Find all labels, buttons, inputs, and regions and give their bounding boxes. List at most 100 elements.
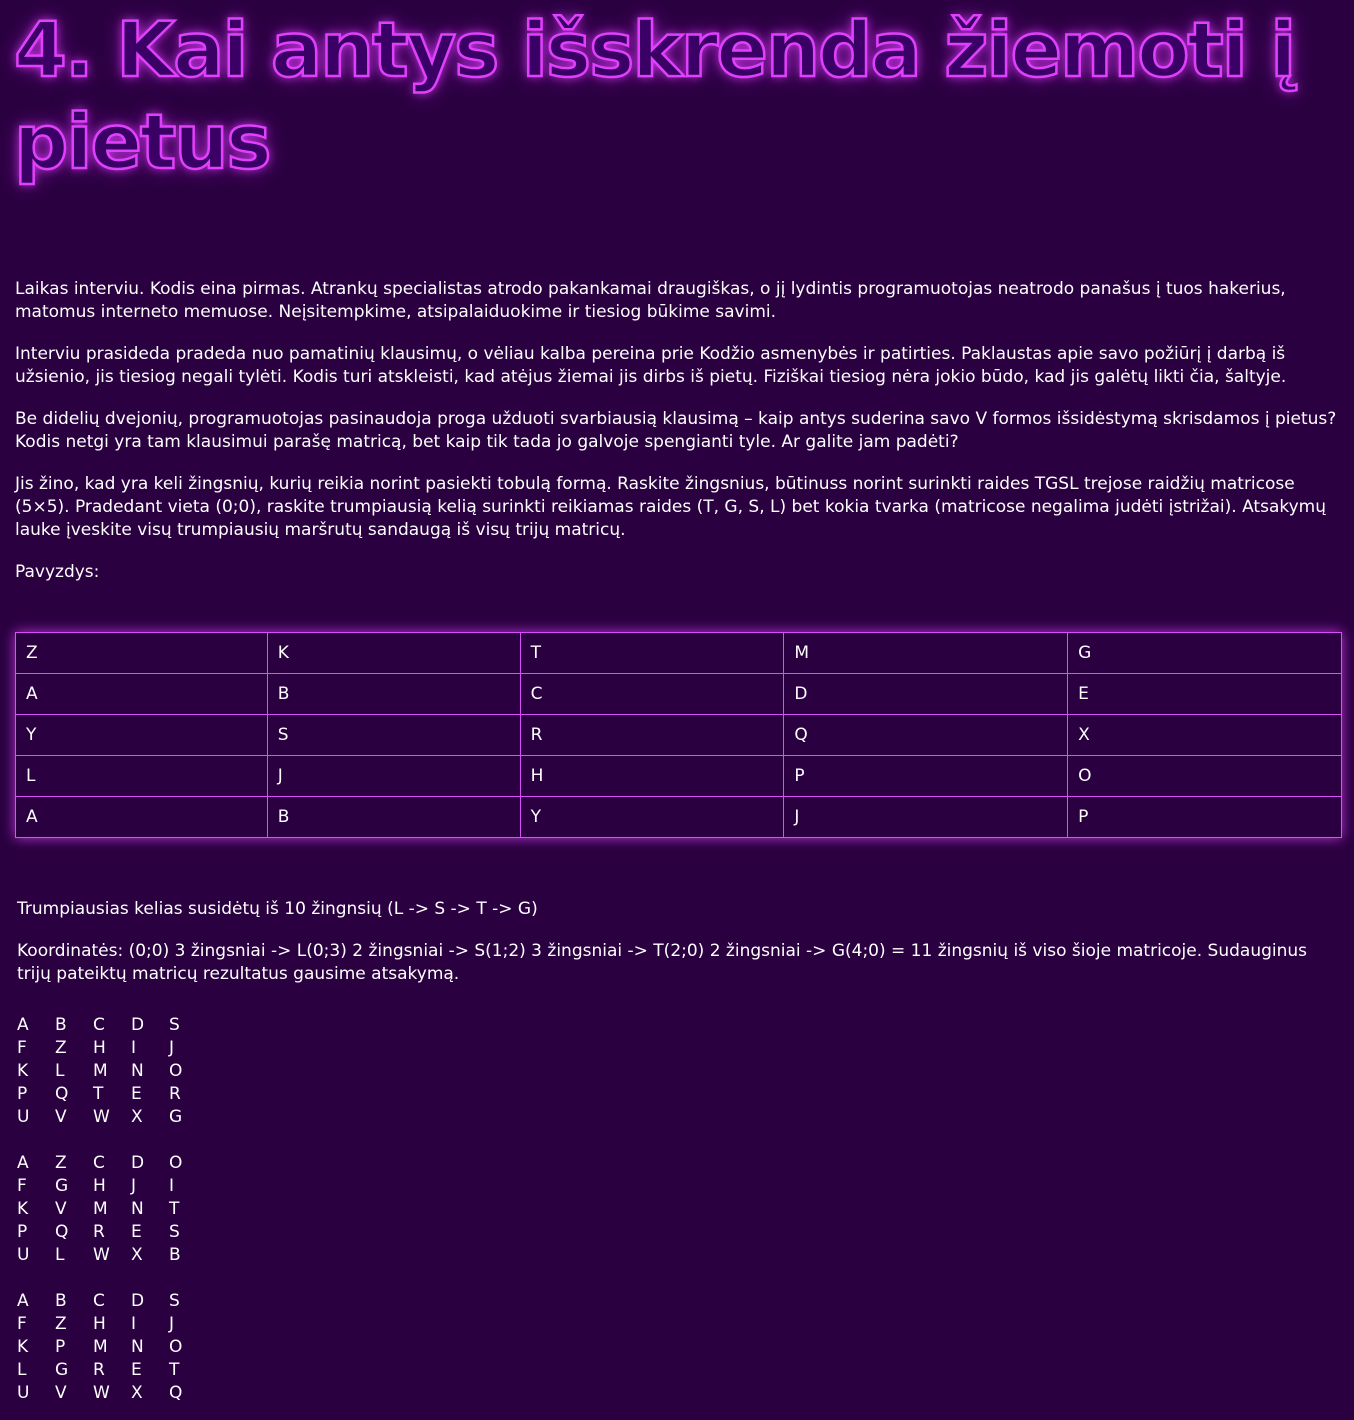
matrix-cell: J [131,1176,137,1196]
matrix-cell: B [55,1291,67,1311]
matrix-cell: I [169,1176,175,1196]
matrix-cell: L [17,1360,27,1380]
matrix-cell: J [169,1314,175,1334]
matrix-cell: Z [55,1038,67,1058]
matrix-cell: T [169,1360,180,1380]
matrix-row: K L M N O [17,1060,207,1083]
matrix-cell: U [17,1383,30,1403]
matrix-cell: C [93,1153,105,1173]
matrix-cell: M [93,1337,108,1357]
matrix-cell: X [131,1383,143,1403]
table-cell: S [266,714,521,756]
table-cell: G [1067,632,1342,674]
table-cell: A [15,796,268,838]
paragraph-interview: Interviu prasideda pradeda nuo pamatinių… [15,344,1287,387]
matrix-cell: X [131,1245,143,1265]
table-cell: Y [519,796,785,838]
example-matrix-table: Z K T M G A B C D E Y S R Q X L J H P O [15,632,1342,838]
matrix-cell: B [169,1245,181,1265]
letter-matrix-2: A Z C D O F G H J I K V M N T P Q R E S … [17,1152,207,1267]
matrix-cell: D [131,1153,145,1173]
matrix-cell: A [17,1015,29,1035]
table-cell: A [15,673,268,715]
table-row: L J H P O [15,755,1342,797]
matrix-cell: P [17,1084,28,1104]
matrix-cell: O [169,1153,183,1173]
matrix-cell: J [169,1038,175,1058]
table-row: A B Y J P [15,796,1342,838]
letter-matrix-1: A B C D S F Z H I J K L M N O P Q T E R … [17,1014,207,1129]
table-cell: P [783,755,1069,797]
table-cell: E [1067,673,1342,715]
matrix-cell: E [131,1222,142,1242]
matrix-row: K V M N T [17,1198,207,1221]
matrix-row: L G R E T [17,1359,207,1382]
matrix-cell: E [131,1084,142,1104]
matrix-row: P Q R E S [17,1221,207,1244]
matrix-row: U L W X B [17,1244,207,1267]
matrix-cell: W [93,1245,110,1265]
matrix-cell: F [17,1176,27,1196]
matrix-cell: O [169,1061,183,1081]
table-cell: H [519,755,785,797]
matrix-cell: C [93,1015,105,1035]
matrix-cell: X [131,1107,143,1127]
matrix-cell: R [93,1360,105,1380]
table-row: Y S R Q X [15,714,1342,756]
matrix-row: A B C D S [17,1014,207,1037]
paragraph-question: Be didelių dvejonių, programuotojas pasi… [15,409,1337,452]
matrix-cell: N [131,1061,144,1081]
matrix-cell: G [55,1176,69,1196]
matrix-cell: S [169,1291,180,1311]
matrix-cell: Z [55,1314,67,1334]
matrix-cell: P [17,1222,28,1242]
matrix-cell: N [131,1199,144,1219]
matrix-cell: S [169,1015,180,1035]
table-cell: L [15,755,268,797]
matrix-cell: M [93,1199,108,1219]
matrix-cell: T [93,1084,104,1104]
matrix-cell: S [169,1222,180,1242]
table-cell: Y [15,714,268,756]
matrix-cell: L [55,1061,65,1081]
matrix-cell: Q [55,1222,69,1242]
matrix-row: P Q T E R [17,1083,207,1106]
table-cell: Z [15,632,268,674]
matrix-row: K P M N O [17,1336,207,1359]
task-description: Laikas interviu. Kodis eina pirmas. Atra… [15,278,1343,603]
table-cell: P [1067,796,1342,838]
matrix-cell: A [17,1153,29,1173]
table-cell: C [519,673,785,715]
matrix-row: A Z C D O [17,1152,207,1175]
matrix-cell: U [17,1107,30,1127]
matrix-cell: R [169,1084,181,1104]
matrix-cell: I [131,1038,137,1058]
matrix-cell: T [169,1199,180,1219]
matrix-row: U V W X G [17,1106,207,1129]
matrix-cell: H [93,1176,106,1196]
matrix-cell: M [93,1061,108,1081]
example-heading: Pavyzdys: [15,562,100,582]
table-cell: K [266,632,521,674]
matrix-cell: Q [169,1383,183,1403]
matrix-cell: G [169,1107,183,1127]
table-row: A B C D E [15,673,1342,715]
matrix-cell: V [55,1199,67,1219]
matrix-cell: Z [55,1153,67,1173]
table-cell: T [519,632,785,674]
matrix-cell: O [169,1337,183,1357]
table-cell: Q [783,714,1069,756]
matrix-cell: R [93,1222,105,1242]
matrix-cell: V [55,1383,67,1403]
shortest-path-text: Trumpiausias kelias susidėtų iš 10 žingn… [17,899,538,919]
table-cell: X [1067,714,1342,756]
matrix-cell: K [17,1061,29,1081]
matrix-cell: D [131,1291,145,1311]
matrix-cell: F [17,1038,27,1058]
paragraph-intro: Laikas interviu. Kodis eina pirmas. Atra… [15,279,1286,322]
matrix-cell: A [17,1291,29,1311]
matrix-cell: E [131,1360,142,1380]
table-cell: O [1067,755,1342,797]
matrix-cell: H [93,1038,106,1058]
matrix-cell: B [55,1015,67,1035]
